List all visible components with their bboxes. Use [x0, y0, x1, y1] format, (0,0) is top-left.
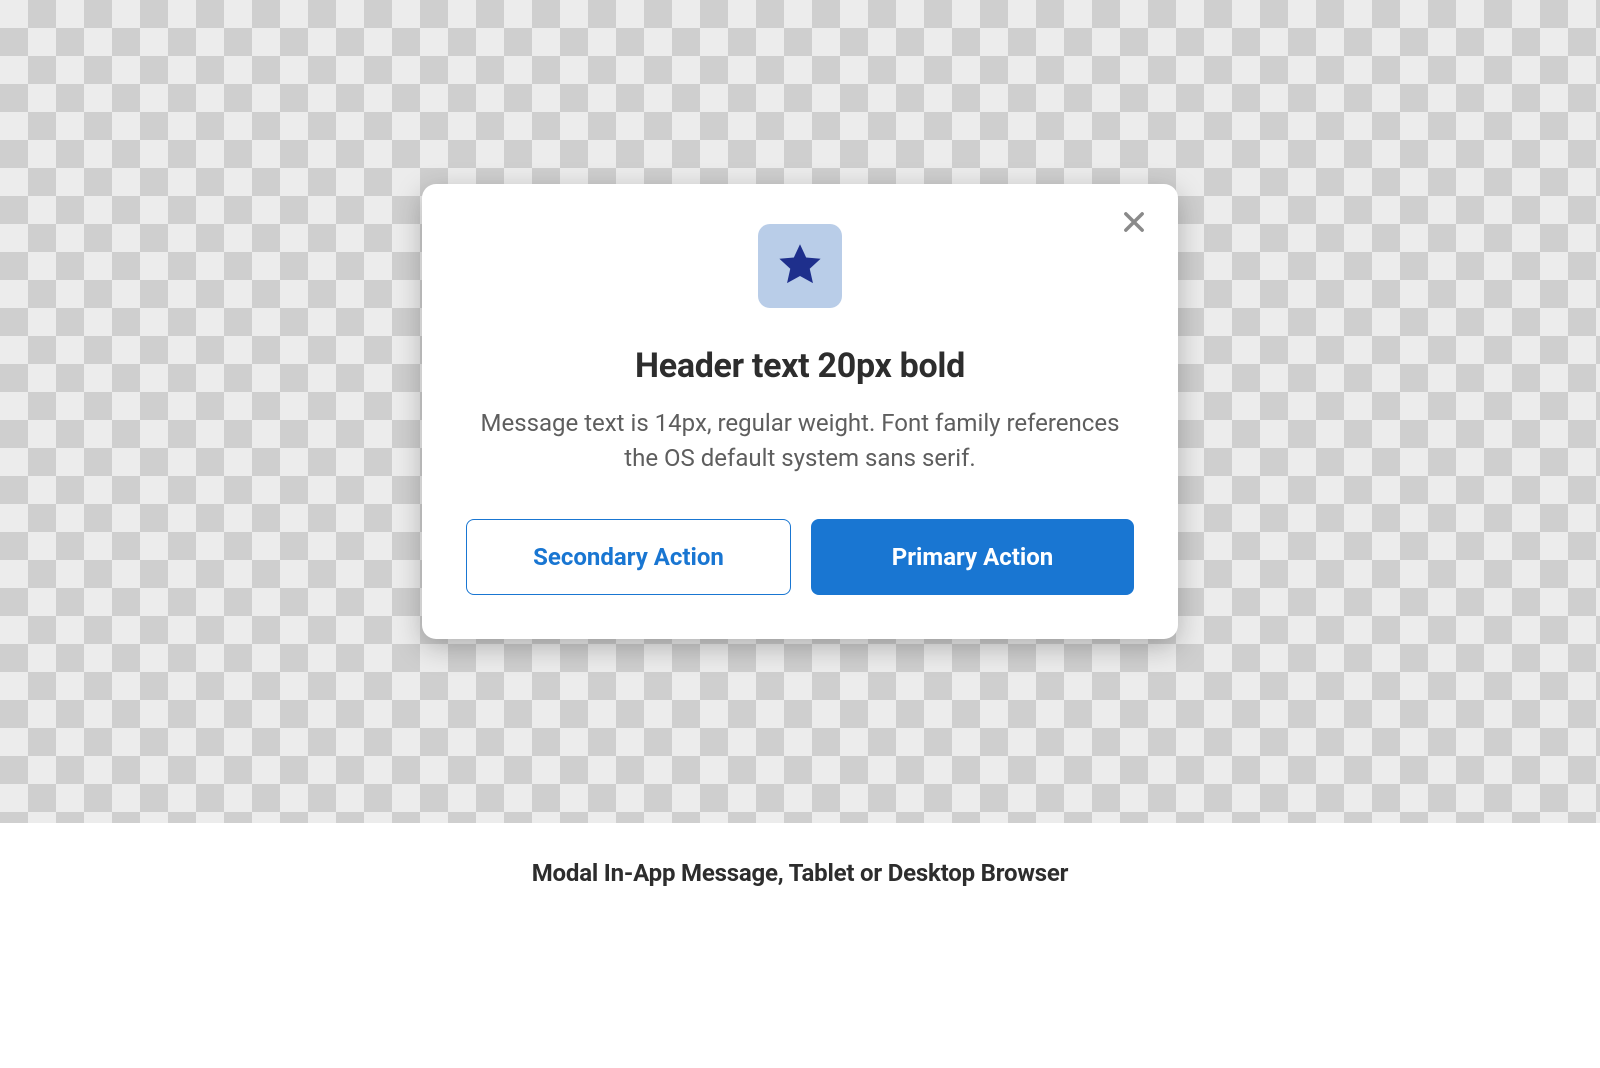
- modal-button-row: Secondary Action Primary Action: [466, 519, 1134, 595]
- figure-caption: Modal In-App Message, Tablet or Desktop …: [0, 859, 1600, 887]
- transparency-background: Header text 20px bold Message text is 14…: [0, 0, 1600, 823]
- primary-action-button[interactable]: Primary Action: [811, 519, 1134, 595]
- modal-header: Header text 20px bold: [466, 346, 1134, 386]
- modal-icon-tile: [758, 224, 842, 308]
- star-icon: [775, 239, 825, 293]
- modal-dialog: Header text 20px bold Message text is 14…: [422, 184, 1178, 640]
- close-button[interactable]: [1116, 206, 1152, 242]
- modal-message: Message text is 14px, regular weight. Fo…: [466, 406, 1134, 476]
- caption-area: Modal In-App Message, Tablet or Desktop …: [0, 823, 1600, 887]
- secondary-action-button[interactable]: Secondary Action: [466, 519, 791, 595]
- close-icon: [1120, 208, 1148, 239]
